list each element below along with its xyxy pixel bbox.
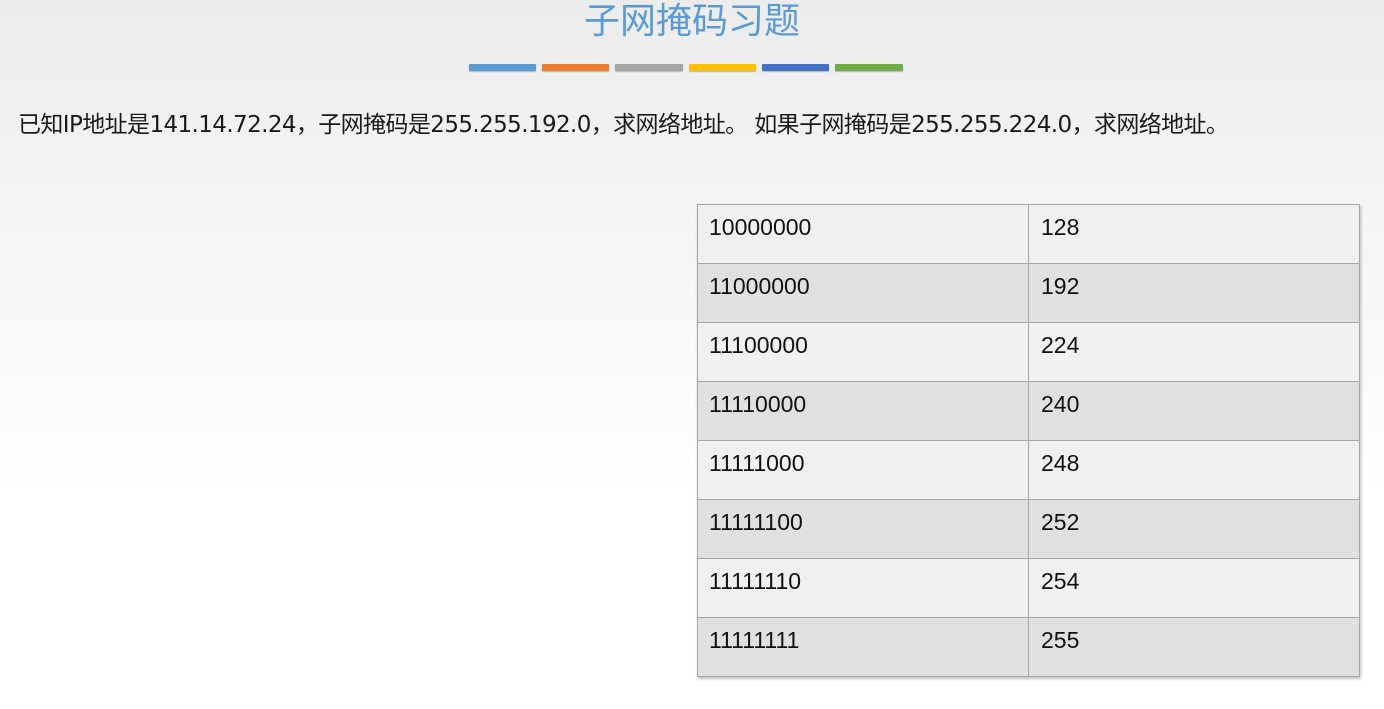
decimal-cell: 192 — [1028, 263, 1360, 323]
accent-segment — [469, 64, 536, 71]
slide-title: 子网掩码习题 — [583, 1, 800, 42]
binary-cell: 11111000 — [697, 440, 1029, 500]
title-accent-bar — [469, 64, 909, 71]
decimal-cell: 240 — [1028, 381, 1360, 441]
binary-cell: 11110000 — [697, 381, 1029, 441]
binary-cell: 11111111 — [697, 617, 1029, 677]
decimal-cell: 248 — [1028, 440, 1360, 500]
decimal-cell: 254 — [1028, 558, 1360, 618]
subnet-mask-table: 10000000 128 11000000 192 11100000 224 1… — [697, 204, 1360, 677]
binary-cell: 11111100 — [697, 499, 1029, 559]
table-row: 11100000 224 — [697, 322, 1360, 382]
accent-segment — [615, 64, 683, 71]
table-row: 11111000 248 — [697, 440, 1360, 500]
accent-segment — [762, 64, 829, 71]
decimal-cell: 224 — [1028, 322, 1360, 382]
table-row: 11110000 240 — [697, 381, 1360, 441]
accent-segment — [835, 64, 903, 71]
table-row: 11111111 255 — [697, 617, 1360, 677]
binary-cell: 11100000 — [697, 322, 1029, 382]
table-row: 11111110 254 — [697, 558, 1360, 618]
decimal-cell: 128 — [1028, 204, 1360, 264]
decimal-cell: 255 — [1028, 617, 1360, 677]
accent-segment — [689, 64, 756, 71]
question-text: 已知IP地址是141.14.72.24，子网掩码是255.255.192.0，求… — [18, 112, 1229, 138]
accent-segment — [542, 64, 609, 71]
binary-cell: 10000000 — [697, 204, 1029, 264]
table-row: 11000000 192 — [697, 263, 1360, 323]
table-row: 11111100 252 — [697, 499, 1360, 559]
table-row: 10000000 128 — [697, 204, 1360, 264]
binary-cell: 11111110 — [697, 558, 1029, 618]
decimal-cell: 252 — [1028, 499, 1360, 559]
binary-cell: 11000000 — [697, 263, 1029, 323]
